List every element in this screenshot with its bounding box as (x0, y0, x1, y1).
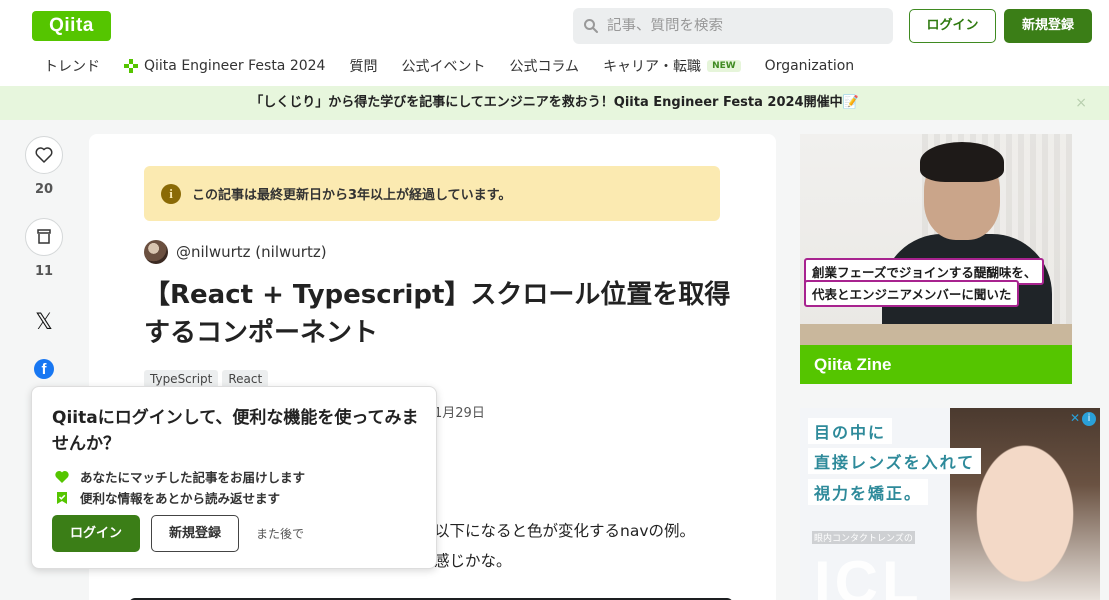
post-date: 1月29日 (434, 406, 485, 421)
popup-benefit-text: 便利な情報をあとから読み返せます (80, 491, 281, 506)
ad-close-icon[interactable]: ✕ (1070, 411, 1080, 425)
main-nav: トレンド Qiita Engineer Festa 2024 質問 公式イベント… (44, 55, 878, 77)
ad-model-image (950, 408, 1100, 600)
x-share-icon[interactable]: 𝕏 (24, 310, 64, 335)
stock-icon (57, 491, 67, 504)
signup-button[interactable]: 新規登録 (1004, 9, 1092, 43)
author-name[interactable]: @nilwurtz (nilwurtz) (176, 243, 327, 261)
qiita-zine-ad[interactable]: 創業フェーズでジョインする醍醐味を、 代表とエンジニアメンバーに聞いた Qiit… (800, 134, 1072, 384)
info-icon: i (161, 183, 181, 204)
nav-item-organization[interactable]: Organization (765, 58, 855, 74)
body-line: 感じかな。 (434, 552, 512, 570)
heart-icon (55, 470, 69, 483)
banner-text: 「しくじり」から得た学びを記事にしてエンジニアを救おう！Qiita Engine… (250, 95, 859, 110)
stock-count: 11 (34, 264, 54, 279)
avatar[interactable] (144, 240, 168, 264)
stock-button[interactable] (25, 218, 63, 256)
qiita-zine-brand: Qiita Zine (800, 345, 1072, 384)
article-body: 以下になると色が変化するnavの例。 感じかな。 (434, 516, 695, 576)
site-header: Qiita ログイン 新規登録 トレンド Qiita Engineer Fest… (0, 0, 1109, 86)
ad-copy-line: 直接レンズを入れて (808, 448, 982, 474)
ad-copy-line: 視力を矯正。 (808, 479, 929, 505)
search-input[interactable] (607, 18, 887, 34)
login-button[interactable]: ログイン (909, 9, 996, 43)
popup-title: Qiitaにログインして、便利な機能を使ってみませんか？ (52, 408, 419, 454)
adchoices-icon[interactable]: i (1082, 412, 1096, 426)
ad-copy-line: 目の中に (808, 418, 893, 444)
stock-icon (37, 229, 51, 244)
author[interactable]: @nilwurtz (nilwurtz) (144, 240, 327, 264)
article-title: 【React + Typescript】スクロール位置を取得するコンポーネント (144, 280, 731, 348)
nav-item-festa-label: Qiita Engineer Festa 2024 (144, 58, 326, 74)
lens-ad[interactable]: 目の中に 直接レンズを入れて 視力を矯正。 眼内コンタクトレンズの ICL ✕ … (800, 408, 1100, 600)
outdated-notice: i この記事は最終更新日から3年以上が経過しています。 (144, 166, 720, 221)
popup-benefit: 便利な情報をあとから読み返せます (54, 488, 280, 507)
like-button[interactable] (25, 136, 63, 174)
article-action-rail: 20 11 𝕏 f (24, 136, 64, 379)
facebook-share-icon[interactable]: f (34, 359, 54, 379)
ad-small-text: 眼内コンタクトレンズの (812, 531, 915, 544)
search-icon (584, 19, 598, 33)
search-box[interactable] (573, 8, 893, 44)
popup-benefit: あなたにマッチした記事をお届けします (54, 467, 305, 486)
body-line: 以下になると色が変化するnavの例。 (434, 522, 695, 540)
nav-item-career[interactable]: キャリア・転職 NEW (603, 56, 741, 76)
ad-brand: ICL (814, 549, 923, 600)
notice-text: この記事は最終更新日から3年以上が経過しています。 (192, 188, 512, 203)
ad-caption: 代表とエンジニアメンバーに聞いた (804, 280, 1020, 307)
close-icon[interactable]: × (1075, 86, 1087, 120)
nav-item-trend[interactable]: トレンド (44, 56, 100, 76)
festa-icon (124, 59, 138, 73)
ad-person-hair (920, 142, 1004, 182)
popup-signup-button[interactable]: 新規登録 (151, 515, 239, 552)
popup-benefit-text: あなたにマッチした記事をお届けします (80, 470, 306, 485)
festa-banner[interactable]: 「しくじり」から得た学びを記事にしてエンジニアを救おう！Qiita Engine… (0, 86, 1109, 120)
nav-item-festa[interactable]: Qiita Engineer Festa 2024 (124, 58, 325, 74)
nav-item-question[interactable]: 質問 (349, 56, 377, 76)
qiita-logo[interactable]: Qiita (32, 11, 111, 41)
login-prompt-popup: Qiitaにログインして、便利な機能を使ってみませんか？ あなたにマッチした記事… (31, 386, 437, 569)
nav-item-career-label: キャリア・転職 (603, 59, 702, 75)
popup-login-button[interactable]: ログイン (52, 515, 140, 552)
popup-later-link[interactable]: また後で (256, 525, 304, 542)
new-badge: NEW (707, 60, 741, 72)
like-count: 20 (34, 182, 54, 197)
heart-icon (35, 147, 53, 163)
nav-item-column[interactable]: 公式コラム (509, 56, 579, 76)
nav-item-events[interactable]: 公式イベント (401, 56, 485, 76)
